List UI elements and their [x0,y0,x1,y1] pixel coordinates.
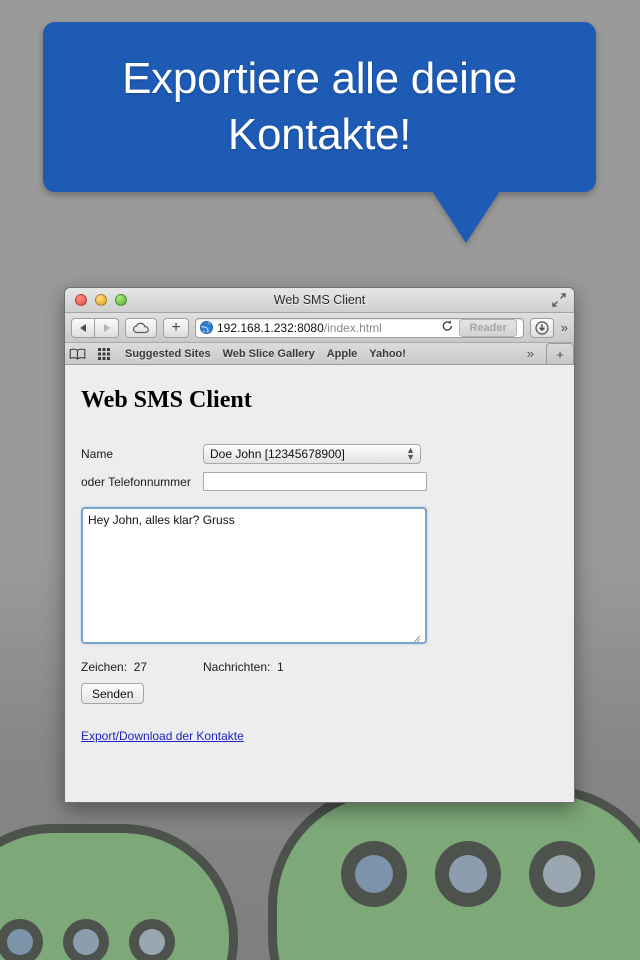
messages-value: 1 [277,660,284,674]
bookmark-yahoo[interactable]: Yahoo! [369,348,406,360]
browser-toolbar: + 192.168.1.232:8080/index.html Reader » [65,313,574,343]
callout-text: Exportiere alle deine Kontakte! [122,54,517,159]
back-arrow-icon[interactable] [71,317,95,338]
typing-dot [435,841,501,907]
reader-button[interactable]: Reader [459,318,517,337]
typing-dot [529,841,595,907]
chars-label: Zeichen: [81,660,128,674]
callout-balloon: Exportiere alle deine Kontakte! [43,22,596,192]
url-text: 192.168.1.232:8080/index.html [217,321,436,335]
navigation-buttons [71,317,119,338]
page-title: Web SMS Client [81,387,252,413]
message-textarea[interactable]: Hey John, alles klar? Gruss [81,507,427,644]
minimize-button[interactable] [95,294,107,306]
counters-row: Zeichen: 27 Nachrichten: 1 [81,660,574,674]
phone-input[interactable] [203,472,427,491]
messages-label: Nachrichten: [203,660,271,674]
url-path: /index.html [323,320,382,335]
download-icon[interactable] [529,317,554,338]
phone-label: oder Telefonnummer [81,474,191,489]
export-link-row: Export/Download der Kontakte [81,704,574,745]
book-icon[interactable] [69,348,86,360]
export-contacts-link[interactable]: Export/Download der Kontakte [81,729,244,743]
window-title: Web SMS Client [273,293,366,307]
new-tab-tab-button[interactable]: + [546,343,574,364]
typing-dot [129,919,175,960]
typing-bubble-left [0,824,238,960]
page-content: Web SMS Client Name Doe John [1234567890… [65,365,574,802]
window-controls [75,294,127,306]
callout-tail [432,191,500,243]
contact-select[interactable]: Doe John [12345678900] [203,444,421,464]
zoom-button[interactable] [115,294,127,306]
name-label: Name [81,447,114,461]
send-button[interactable]: Senden [81,683,145,704]
fullscreen-icon[interactable] [551,292,567,308]
toolbar-overflow-button[interactable]: » [560,320,568,335]
bookmarks-overflow-button[interactable]: » [526,346,534,361]
bookmark-apple[interactable]: Apple [327,348,358,360]
typing-dot [63,919,109,960]
typing-dot [341,841,407,907]
chars-value: 27 [133,660,148,674]
url-host: 192.168.1.232:8080 [217,320,324,335]
screenshot-root: Exportiere alle deine Kontakte! Web SMS … [0,0,640,960]
chars-counter: Zeichen: 27 [81,660,203,674]
browser-window: Web SMS Client + 192.168.1.232:8080/inde… [64,287,575,803]
new-tab-button[interactable]: + [163,317,189,338]
bookmark-web-slice-gallery[interactable]: Web Slice Gallery [223,348,315,360]
bookmark-suggested-sites[interactable]: Suggested Sites [125,348,211,360]
name-row: Name Doe John [12345678900] ▲ ▼ [81,444,574,464]
globe-icon [200,321,213,334]
address-bar[interactable]: 192.168.1.232:8080/index.html Reader [195,317,524,338]
close-button[interactable] [75,294,87,306]
cloud-icon[interactable] [125,317,157,338]
phone-row: oder Telefonnummer [81,472,574,491]
grid-icon[interactable] [98,347,113,360]
typing-bubble-right [268,786,640,960]
typing-dot [0,919,43,960]
contact-select-wrap: Doe John [12345678900] ▲ ▼ [203,444,421,464]
window-titlebar[interactable]: Web SMS Client [65,288,574,313]
message-textarea-wrap: Hey John, alles klar? Gruss [81,499,427,644]
messages-counter: Nachrichten: 1 [203,660,284,674]
forward-arrow-icon[interactable] [95,317,119,338]
bookmarks-bar: Suggested Sites Web Slice Gallery Apple … [65,343,574,365]
reload-icon[interactable] [440,320,455,335]
